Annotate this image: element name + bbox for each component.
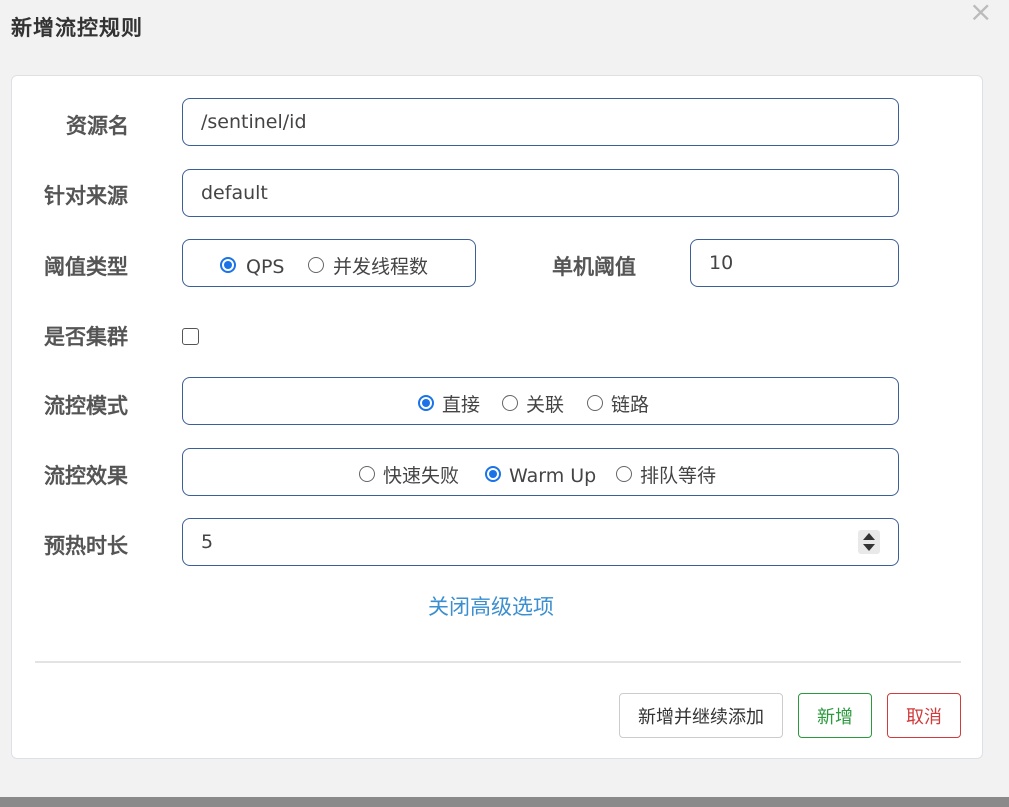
- control-mode-chain-label[interactable]: 链路: [611, 393, 649, 417]
- control-mode-label: 流控模式: [44, 394, 128, 418]
- single-threshold-input[interactable]: 10: [690, 239, 899, 287]
- control-effect-queue-radio[interactable]: [616, 466, 632, 482]
- control-effect-warmup-label[interactable]: Warm Up: [509, 464, 596, 488]
- resource-value: /sentinel/id: [201, 111, 307, 133]
- control-mode-chain-radio[interactable]: [587, 395, 603, 411]
- origin-label: 针对来源: [44, 184, 128, 208]
- dialog-title: 新增流控规则: [11, 16, 143, 40]
- stepper-up-icon[interactable]: [863, 533, 875, 540]
- threshold-type-qps-label[interactable]: QPS: [246, 255, 284, 279]
- warmup-period-label: 预热时长: [44, 534, 128, 558]
- threshold-type-group: QPS 并发线程数: [182, 239, 476, 287]
- control-effect-label: 流控效果: [44, 464, 128, 488]
- warmup-period-value: 5: [201, 531, 214, 553]
- flow-rule-dialog: 新增流控规则 × 资源名 /sentinel/id 针对来源 default 阈…: [0, 0, 1009, 797]
- threshold-type-label: 阈值类型: [44, 255, 128, 279]
- control-effect-warmup-radio[interactable]: [485, 466, 501, 482]
- threshold-type-thread-radio[interactable]: [308, 257, 324, 273]
- cancel-button[interactable]: 取消: [887, 693, 961, 738]
- control-effect-fast-fail-label[interactable]: 快速失败: [383, 464, 459, 488]
- threshold-type-thread-label[interactable]: 并发线程数: [333, 255, 428, 279]
- control-mode-direct-radio[interactable]: [418, 395, 434, 411]
- control-mode-direct-label[interactable]: 直接: [442, 393, 480, 417]
- close-advanced-options-link[interactable]: 关闭高级选项: [428, 591, 554, 621]
- control-mode-relate-label[interactable]: 关联: [526, 393, 564, 417]
- cluster-checkbox[interactable]: [182, 328, 199, 345]
- control-effect-group: 快速失败 Warm Up 排队等待: [182, 448, 899, 496]
- stepper-down-icon[interactable]: [863, 544, 875, 551]
- control-effect-queue-label[interactable]: 排队等待: [640, 464, 716, 488]
- backdrop-strip: [0, 797, 1009, 807]
- footer-divider: [35, 661, 961, 663]
- add-button[interactable]: 新增: [798, 693, 872, 738]
- control-mode-group: 直接 关联 链路: [182, 377, 899, 425]
- close-icon[interactable]: ×: [969, 0, 992, 26]
- threshold-type-qps-radio[interactable]: [220, 257, 236, 273]
- cluster-label: 是否集群: [44, 325, 128, 349]
- add-and-continue-button[interactable]: 新增并继续添加: [619, 693, 783, 738]
- resource-label: 资源名: [66, 114, 129, 138]
- control-mode-relate-radio[interactable]: [502, 395, 518, 411]
- single-threshold-value: 10: [709, 252, 734, 274]
- warmup-period-input[interactable]: 5: [182, 518, 899, 566]
- resource-input[interactable]: /sentinel/id: [182, 98, 899, 146]
- control-effect-fast-fail-radio[interactable]: [359, 466, 375, 482]
- single-threshold-label: 单机阈值: [552, 255, 636, 279]
- origin-value: default: [201, 182, 268, 204]
- origin-input[interactable]: default: [182, 169, 899, 217]
- number-stepper[interactable]: [858, 530, 880, 554]
